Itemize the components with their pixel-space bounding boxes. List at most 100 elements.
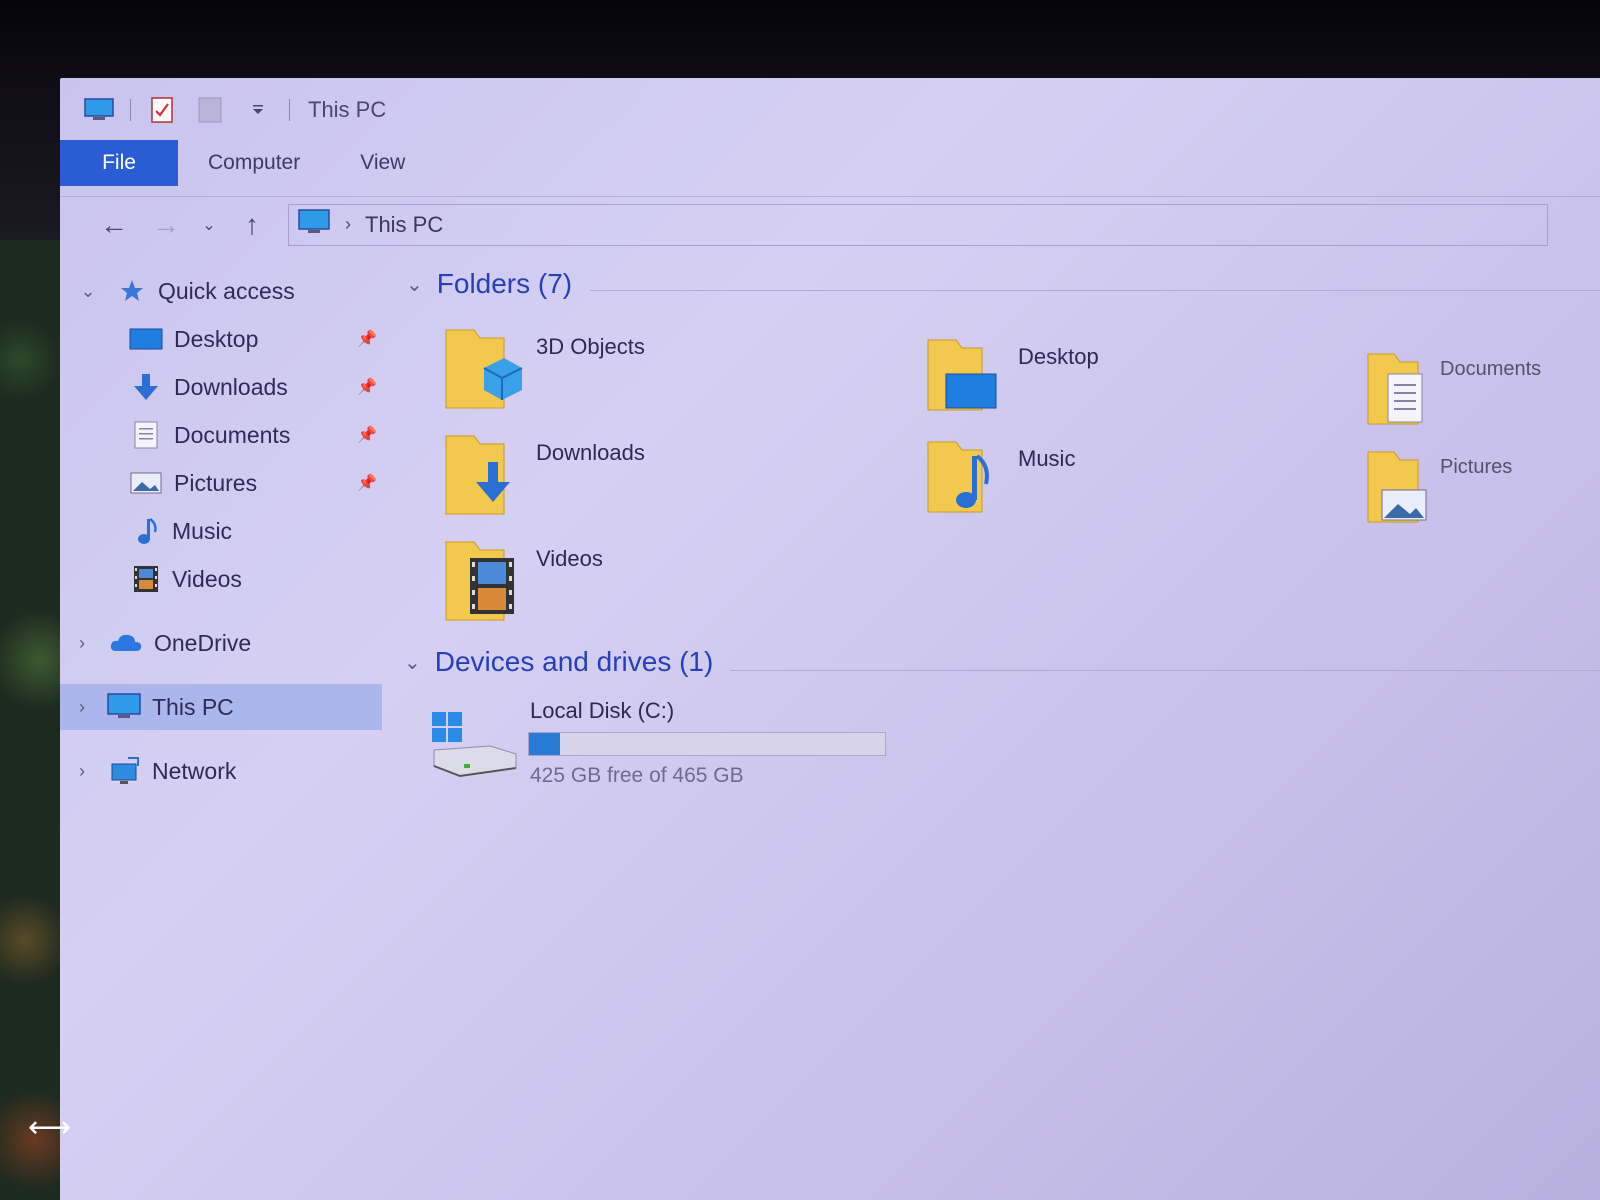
- sidebar-item-label: Downloads: [174, 373, 288, 400]
- sidebar-item-videos[interactable]: Videos: [60, 556, 382, 602]
- sidebar-item-label: This PC: [152, 693, 234, 720]
- customize-toolbar-dropdown-icon[interactable]: [241, 96, 275, 124]
- sidebar-item-label: Music: [172, 517, 233, 544]
- folder-name: Videos: [536, 546, 603, 571]
- up-arrow-icon: ↑: [245, 208, 259, 240]
- folder-3d-objects[interactable]: 3D Objects: [444, 324, 864, 424]
- sidebar-item-network[interactable]: › Network: [60, 748, 382, 794]
- videos-folder-icon: [444, 536, 528, 628]
- folder-name: Music: [1018, 446, 1076, 471]
- title-bar: This PC: [60, 78, 1600, 142]
- folder-videos[interactable]: Videos: [444, 536, 864, 636]
- document-icon: [128, 420, 164, 450]
- pin-icon[interactable]: 📌: [356, 377, 378, 397]
- tab-file[interactable]: File: [60, 140, 178, 186]
- properties-icon[interactable]: [145, 96, 179, 124]
- folder-desktop[interactable]: Desktop: [926, 334, 1346, 434]
- pictures-icon: [128, 468, 164, 498]
- desktop-icon: [128, 324, 164, 354]
- toolbar-separator: [130, 99, 131, 121]
- group-divider: [590, 290, 1600, 291]
- sidebar-item-label: Pictures: [174, 469, 258, 496]
- drive-usage-fill: [529, 733, 560, 755]
- navigation-bar: ← → ⌄ ↑ › This PC: [60, 196, 1600, 252]
- computer-icon[interactable]: [82, 96, 116, 124]
- sidebar-item-pictures[interactable]: Pictures 📌: [60, 460, 382, 506]
- content-pane: ⌄ Folders (7) 3D Objects Desktop Documen…: [400, 268, 1600, 1168]
- downloads-folder-icon: [444, 430, 528, 522]
- chevron-down-icon[interactable]: ⌄: [404, 650, 421, 675]
- folder-name: 3D Objects: [536, 334, 645, 359]
- drives-group-header[interactable]: ⌄ Devices and drives (1): [404, 646, 713, 678]
- pin-icon[interactable]: 📌: [356, 329, 378, 349]
- chevron-right-icon[interactable]: ›: [70, 697, 94, 718]
- sidebar-item-label: OneDrive: [154, 629, 252, 656]
- folder-downloads[interactable]: Downloads: [444, 430, 864, 530]
- sidebar-item-documents[interactable]: Documents 📌: [60, 412, 382, 458]
- sidebar-item-quick-access[interactable]: ⌄ Quick access: [60, 268, 382, 314]
- sidebar-item-label: Videos: [172, 565, 242, 592]
- sidebar-item-music[interactable]: Music: [60, 508, 382, 554]
- network-icon: [106, 756, 142, 786]
- 3d-objects-folder-icon: [444, 324, 528, 416]
- breadcrumb-separator-icon: ›: [345, 214, 351, 234]
- cloud-icon: [108, 628, 144, 658]
- folder-pictures[interactable]: Pictures: [1366, 446, 1600, 546]
- chevron-down-icon: ⌄: [202, 216, 216, 234]
- chevron-right-icon[interactable]: ›: [70, 633, 94, 654]
- window-title: This PC: [308, 97, 387, 122]
- ribbon-tabs: File Computer View: [60, 140, 1600, 186]
- music-folder-icon: [926, 436, 1010, 528]
- folder-music[interactable]: Music: [926, 436, 1346, 536]
- documents-folder-icon: [1366, 348, 1450, 440]
- folder-documents[interactable]: Documents: [1366, 348, 1600, 448]
- desktop-folder-icon: [926, 334, 1010, 426]
- back-button[interactable]: ←: [88, 205, 140, 245]
- forward-arrow-icon: →: [152, 208, 180, 240]
- resize-cursor-icon: ⟷: [28, 1111, 72, 1144]
- folder-name: Downloads: [536, 440, 645, 465]
- sidebar-item-label: Network: [152, 757, 237, 784]
- pictures-folder-icon: [1366, 446, 1450, 538]
- drives-group-title: Devices and drives (1): [434, 646, 714, 677]
- new-folder-icon[interactable]: [193, 96, 227, 124]
- sidebar-item-desktop[interactable]: Desktop 📌: [60, 316, 382, 362]
- tab-computer[interactable]: Computer: [178, 151, 330, 175]
- folders-group-header[interactable]: ⌄ Folders (7): [406, 268, 572, 300]
- folders-group-title: Folders (7): [436, 268, 573, 299]
- address-bar[interactable]: › This PC: [288, 203, 1548, 246]
- chevron-down-icon[interactable]: ⌄: [406, 272, 423, 297]
- chevron-down-icon[interactable]: ⌄: [76, 281, 100, 302]
- sidebar-item-label: Desktop: [174, 325, 259, 352]
- drive-local-disk-c[interactable]: Local Disk (C:) 425 GB free of 465 GB: [430, 698, 950, 798]
- star-icon: [114, 276, 150, 306]
- breadcrumb-this-pc[interactable]: This PC: [365, 212, 443, 238]
- film-icon: [128, 564, 164, 594]
- drive-usage-bar: [528, 732, 886, 756]
- hard-drive-windows-icon: [430, 710, 520, 780]
- tab-view[interactable]: View: [330, 151, 435, 175]
- sidebar-item-label: Documents: [174, 421, 291, 448]
- computer-icon: [297, 208, 331, 241]
- toolbar-separator: [289, 99, 290, 121]
- back-arrow-icon: ←: [100, 208, 128, 240]
- folder-name: Documents: [1440, 358, 1542, 380]
- pin-icon[interactable]: 📌: [356, 473, 378, 493]
- sidebar-item-label: Quick access: [158, 277, 295, 304]
- sidebar-item-downloads[interactable]: Downloads 📌: [60, 364, 382, 410]
- recent-locations-button[interactable]: ⌄: [192, 205, 226, 245]
- chevron-right-icon[interactable]: ›: [70, 761, 94, 782]
- forward-button[interactable]: →: [140, 205, 192, 245]
- folder-name: Desktop: [1018, 344, 1099, 369]
- folder-name: Pictures: [1440, 456, 1513, 478]
- up-button[interactable]: ↑: [226, 205, 278, 245]
- drive-free-space: 425 GB free of 465 GB: [530, 764, 744, 787]
- download-arrow-icon: [128, 372, 164, 402]
- computer-icon: [106, 692, 142, 722]
- drive-name: Local Disk (C:): [530, 698, 675, 723]
- sidebar-item-this-pc[interactable]: › This PC: [60, 684, 382, 730]
- navigation-pane: ⌄ Quick access Desktop 📌 Downloads 📌 Doc…: [60, 268, 382, 1168]
- sidebar-item-onedrive[interactable]: › OneDrive: [60, 620, 382, 666]
- music-note-icon: [128, 516, 164, 546]
- pin-icon[interactable]: 📌: [356, 425, 378, 445]
